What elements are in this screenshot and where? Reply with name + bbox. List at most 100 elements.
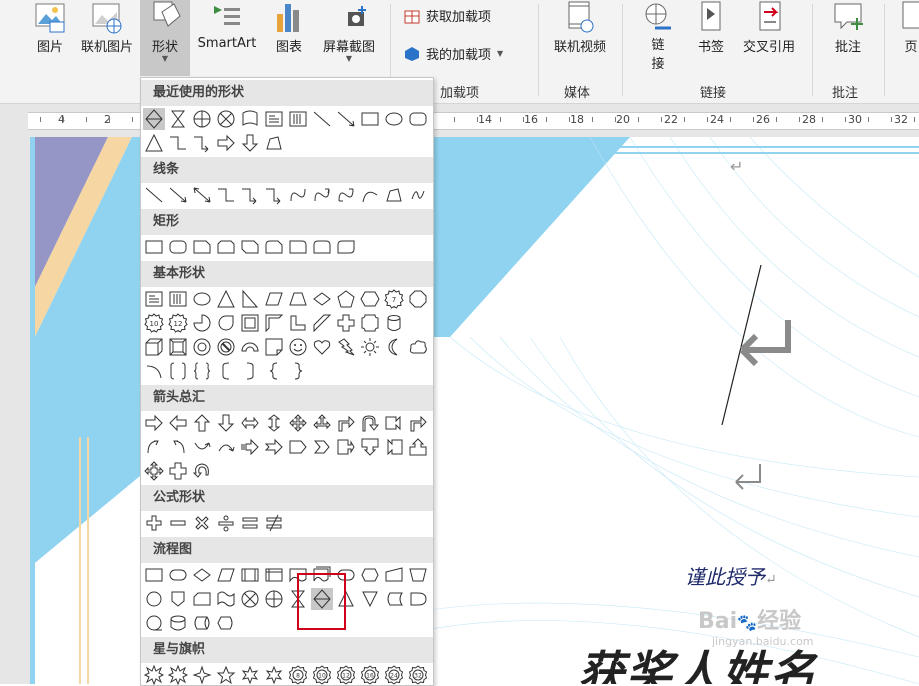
shape-option-ellipse[interactable] <box>191 288 213 310</box>
shape-option-fc-manual-input[interactable] <box>383 564 405 586</box>
shape-option-can[interactable] <box>383 312 405 334</box>
get-addins-button[interactable]: 获取加载项 <box>404 6 491 25</box>
shape-option-triangle[interactable] <box>215 288 237 310</box>
shape-option-badge[interactable]: 8 <box>287 664 309 685</box>
shape-option-octagon[interactable] <box>407 288 429 310</box>
pictures-button[interactable]: 图片 <box>30 0 70 55</box>
shape-option-not-equal[interactable] <box>263 512 285 534</box>
shape-option-fc-offpage[interactable] <box>167 588 189 610</box>
shape-option-elbow[interactable] <box>167 132 189 154</box>
shape-option-elbow-arrow[interactable] <box>239 184 261 206</box>
shape-option-bevel[interactable] <box>167 336 189 358</box>
shape-option-right-brace[interactable] <box>287 360 309 382</box>
shape-option-trapezoid[interactable] <box>287 288 309 310</box>
my-addins-button[interactable]: 我的加载项 ▼ <box>404 44 503 63</box>
shape-option-arrow-line[interactable] <box>167 184 189 206</box>
shape-option-elbow-arrow[interactable] <box>191 132 213 154</box>
shape-option-snip-diag[interactable] <box>239 236 261 258</box>
shape-option-rounded-rect[interactable] <box>407 108 429 130</box>
shape-option-callout-left[interactable] <box>383 436 405 458</box>
shape-option-fc-merge[interactable] <box>359 588 381 610</box>
shape-option-block-arc[interactable] <box>239 336 261 358</box>
shape-option-pentagon[interactable] <box>335 288 357 310</box>
shape-option-notched-right[interactable] <box>263 436 285 458</box>
shape-option-arrow-line[interactable] <box>335 108 357 130</box>
shapes-button[interactable]: 形状 ▼ <box>140 0 190 76</box>
shape-option-burst[interactable] <box>167 664 189 685</box>
smartart-button[interactable]: SmartArt <box>192 0 262 51</box>
horizontal-ruler[interactable]: 4 2 14 16 18 20 22 24 26 28 30 32 <box>0 104 919 137</box>
shape-option-vtextbox[interactable] <box>167 288 189 310</box>
chart-button[interactable]: 图表 <box>268 0 310 55</box>
shape-option-badge[interactable]: 10 <box>311 664 333 685</box>
shape-option-cloud[interactable] <box>407 336 429 358</box>
shape-option-burst[interactable] <box>143 664 165 685</box>
screenshot-button[interactable]: 屏幕截图 ▼ <box>314 0 384 63</box>
shape-option-fc-delay[interactable] <box>407 588 429 610</box>
shape-option-star6[interactable] <box>239 664 261 685</box>
shape-option-arc[interactable] <box>359 184 381 206</box>
shape-option-plus[interactable] <box>143 512 165 534</box>
shape-option-parallelogram[interactable] <box>263 288 285 310</box>
shape-option-badge[interactable]: 16 <box>359 664 381 685</box>
shape-option-badge[interactable]: 32 <box>407 664 429 685</box>
shape-option-heart[interactable] <box>311 336 333 358</box>
shape-option-line[interactable] <box>143 184 165 206</box>
shape-option-frame[interactable] <box>239 312 261 334</box>
shape-option-left-bracket[interactable] <box>215 360 237 382</box>
page-button-partial[interactable]: 页 <box>896 0 919 55</box>
shape-option-sun[interactable] <box>359 336 381 358</box>
shape-option-callout-down[interactable] <box>359 436 381 458</box>
shape-option-arrow-up[interactable] <box>191 412 213 434</box>
document-area[interactable]: ↵ 谨此授予↵ 获奖人姓名 Bai🐾经验 jingyan.baidu.com <box>0 137 919 684</box>
shape-option-star4[interactable] <box>191 664 213 685</box>
shape-option-badge[interactable]: 10 <box>143 312 165 334</box>
shape-option-curve-arrow[interactable] <box>311 184 333 206</box>
shape-option-arc-open[interactable] <box>143 360 165 382</box>
shape-option-scribble[interactable] <box>407 184 429 206</box>
shape-option-circle-x[interactable] <box>239 588 261 610</box>
shape-option-equal[interactable] <box>239 512 261 534</box>
shape-option-fc-terminator[interactable] <box>167 564 189 586</box>
shape-option-fc-card[interactable] <box>191 588 213 610</box>
shape-option-divide[interactable] <box>215 512 237 534</box>
shape-option-bent-arrow[interactable] <box>407 412 429 434</box>
shape-option-fc-internal[interactable] <box>263 564 285 586</box>
shape-option-arrow-lr[interactable] <box>239 412 261 434</box>
shape-option-donut[interactable] <box>191 336 213 358</box>
shape-option-pentagon-arrow[interactable] <box>287 436 309 458</box>
shape-option-chevron[interactable] <box>311 436 333 458</box>
shape-option-curve[interactable] <box>287 184 309 206</box>
shape-option-round-same[interactable] <box>311 236 333 258</box>
shape-option-striped-right[interactable] <box>239 436 261 458</box>
shape-option-fc-disk[interactable] <box>167 612 189 634</box>
shape-option-curve-double-arrow[interactable] <box>335 184 357 206</box>
shape-option-round-diag[interactable] <box>335 236 357 258</box>
shape-option-callout-arrow[interactable] <box>335 436 357 458</box>
shape-option-curved-up[interactable] <box>191 436 213 458</box>
shape-option-multiply[interactable] <box>191 512 213 534</box>
shape-option-arrow-right[interactable] <box>143 412 165 434</box>
shape-option-fc-display[interactable] <box>215 612 237 634</box>
shape-option-round-snip[interactable] <box>263 236 285 258</box>
shape-option-rounded-rect[interactable] <box>167 236 189 258</box>
shape-option-badge[interactable]: 12 <box>167 312 189 334</box>
shape-option-badge[interactable]: 7 <box>383 288 405 310</box>
shape-option-bent-arrow[interactable] <box>335 412 357 434</box>
shape-option-fc-stored-data[interactable] <box>383 588 405 610</box>
shape-option-arrow-down[interactable] <box>239 132 261 154</box>
shape-option-half-frame[interactable] <box>263 312 285 334</box>
shape-option-star6[interactable] <box>263 664 285 685</box>
shape-option-smiley[interactable] <box>287 336 309 358</box>
shape-option-flag-wave[interactable] <box>239 108 261 130</box>
shape-option-left-right-up[interactable] <box>311 412 333 434</box>
shape-option-hourglass[interactable] <box>167 108 189 130</box>
shape-option-triangle[interactable] <box>143 132 165 154</box>
shape-option-circle-x[interactable] <box>215 108 237 130</box>
shape-option-cross[interactable] <box>335 312 357 334</box>
shape-option-circle-plus[interactable] <box>191 108 213 130</box>
shape-option-cross[interactable] <box>167 460 189 482</box>
shape-option-u-turn[interactable] <box>359 412 381 434</box>
shape-option-hexagon[interactable] <box>359 288 381 310</box>
shape-option-l-shape[interactable] <box>287 312 309 334</box>
